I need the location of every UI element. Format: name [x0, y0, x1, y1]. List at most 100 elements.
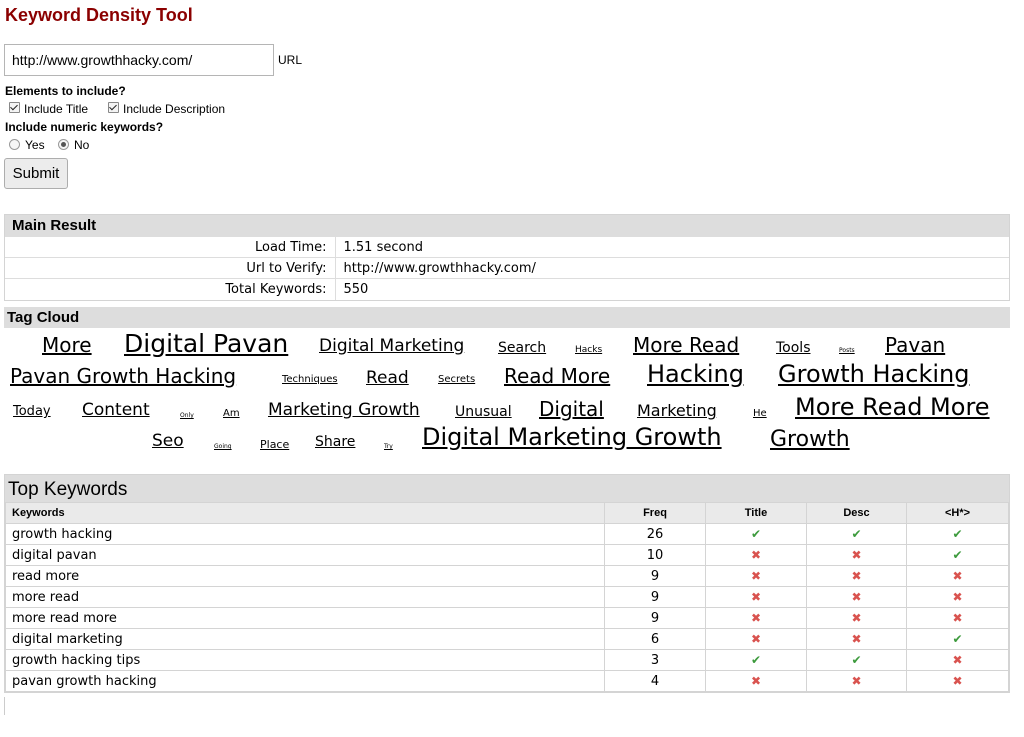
check-icon: ✔: [952, 631, 963, 646]
top-keywords-panel: Top Keywords Keywords Freq Title Desc <H…: [4, 474, 1010, 693]
check-icon: ✔: [952, 526, 963, 541]
check-icon: ✔: [851, 652, 862, 667]
cross-icon: ✖: [750, 610, 762, 625]
desc-flag-cell: ✔: [806, 649, 907, 671]
title-flag-cell: ✔: [705, 523, 807, 545]
tag-link[interactable]: Place: [260, 439, 289, 450]
cross-icon: ✖: [750, 547, 762, 562]
table-row: growth hacking 26 ✔ ✔ ✔: [5, 523, 1009, 545]
tag-link[interactable]: Try: [384, 444, 393, 450]
tag-cloud-heading: Tag Cloud: [4, 307, 1010, 328]
cross-icon: ✖: [952, 589, 963, 604]
result-value: 1.51 second: [335, 236, 1009, 258]
tag-cloud: More Digital Pavan Digital Marketing Sea…: [4, 328, 1010, 484]
tag-link[interactable]: Hacking: [647, 362, 744, 386]
tag-link[interactable]: Only: [180, 413, 194, 419]
tag-link[interactable]: Pavan: [885, 335, 945, 355]
h-flag-cell: ✔: [906, 628, 1009, 650]
tag-link[interactable]: Marketing Growth: [268, 402, 420, 419]
desc-flag-cell: ✖: [806, 670, 907, 692]
url-label: URL: [278, 53, 303, 67]
tag-link[interactable]: Content: [82, 402, 150, 419]
freq-cell: 6: [604, 628, 706, 650]
tag-link[interactable]: Posts: [839, 348, 855, 354]
tag-link[interactable]: Marketing: [637, 403, 717, 419]
column-header-keywords: Keywords: [5, 502, 605, 524]
tag-link[interactable]: More: [42, 335, 92, 355]
tag-link[interactable]: More Read: [633, 335, 739, 355]
h-flag-cell: ✖: [906, 586, 1009, 608]
page-edge-mark: [4, 697, 5, 715]
tag-link[interactable]: Seo: [152, 433, 184, 450]
freq-cell: 3: [604, 649, 706, 671]
freq-cell: 9: [604, 607, 706, 629]
tag-link[interactable]: Techniques: [282, 375, 338, 385]
title-flag-cell: ✖: [705, 544, 807, 566]
tag-link[interactable]: Going: [214, 444, 232, 450]
table-row: growth hacking tips 3 ✔ ✔ ✖: [5, 649, 1009, 671]
numeric-no-radio[interactable]: No: [58, 138, 89, 152]
numeric-label: Include numeric keywords?: [5, 120, 164, 134]
keyword-cell: growth hacking: [5, 523, 605, 545]
cross-icon: ✖: [750, 631, 762, 646]
title-flag-cell: ✔: [705, 649, 807, 671]
include-description-checkbox[interactable]: Include Description: [108, 101, 225, 116]
tag-link[interactable]: Read: [366, 370, 409, 387]
title-flag-cell: ✖: [705, 565, 807, 587]
tag-link[interactable]: Growth: [770, 429, 850, 451]
table-row: more read more 9 ✖ ✖ ✖: [5, 607, 1009, 629]
tag-link[interactable]: Digital Marketing: [319, 338, 464, 355]
keywords-table: Keywords Freq Title Desc <H*> growth hac…: [5, 502, 1009, 692]
main-result-table: Load Time: 1.51 second Url to Verify: ht…: [5, 236, 1009, 300]
freq-cell: 26: [604, 523, 706, 545]
include-title-checkbox[interactable]: Include Title: [9, 101, 88, 116]
submit-button[interactable]: Submit: [4, 158, 68, 189]
tag-link[interactable]: Digital Pavan: [124, 331, 288, 356]
page-title: Keyword Density Tool: [5, 5, 193, 25]
tag-link[interactable]: Tools: [776, 341, 811, 355]
keyword-cell: digital pavan: [5, 544, 605, 566]
keyword-cell: more read more: [5, 607, 605, 629]
result-label: Url to Verify:: [5, 257, 336, 279]
column-header-desc: Desc: [806, 502, 907, 524]
h-flag-cell: ✖: [906, 649, 1009, 671]
tag-link[interactable]: More Read More: [795, 395, 990, 419]
elements-label: Elements to include?: [5, 84, 126, 98]
tag-link[interactable]: Secrets: [438, 375, 475, 385]
cross-icon: ✖: [952, 652, 963, 667]
result-value: http://www.growthhacky.com/: [335, 257, 1009, 279]
tag-link[interactable]: Pavan Growth Hacking: [10, 366, 236, 386]
cross-icon: ✖: [750, 568, 762, 583]
tag-link[interactable]: Digital: [539, 399, 604, 419]
checkbox-checked-icon[interactable]: [108, 101, 119, 113]
check-icon: ✔: [750, 652, 762, 667]
tag-link[interactable]: Digital Marketing Growth: [422, 425, 722, 449]
h-flag-cell: ✖: [906, 565, 1009, 587]
tag-link[interactable]: Hacks: [575, 346, 602, 355]
tag-link[interactable]: Unusual: [455, 405, 512, 419]
h-flag-cell: ✔: [906, 544, 1009, 566]
checkbox-checked-icon[interactable]: [9, 101, 20, 113]
h-flag-cell: ✖: [906, 607, 1009, 629]
numeric-yes-radio[interactable]: Yes: [9, 138, 45, 152]
title-flag-cell: ✖: [705, 586, 807, 608]
url-input[interactable]: [4, 44, 274, 76]
tag-link[interactable]: Read More: [504, 366, 610, 386]
desc-flag-cell: ✖: [806, 586, 907, 608]
result-label: Total Keywords:: [5, 278, 336, 300]
no-label: No: [74, 138, 90, 152]
tag-link[interactable]: Share: [315, 435, 355, 449]
desc-flag-cell: ✖: [806, 628, 907, 650]
cross-icon: ✖: [851, 610, 862, 625]
radio-selected-icon[interactable]: [58, 138, 69, 150]
tag-link[interactable]: Search: [498, 341, 546, 355]
tag-link[interactable]: Growth Hacking: [778, 362, 969, 386]
freq-cell: 10: [604, 544, 706, 566]
yes-label: Yes: [25, 138, 45, 152]
tag-link[interactable]: Today: [13, 405, 51, 418]
tag-link[interactable]: He: [753, 409, 767, 419]
keyword-cell: more read: [5, 586, 605, 608]
radio-icon[interactable]: [9, 138, 20, 150]
cross-icon: ✖: [952, 610, 963, 625]
tag-link[interactable]: Am: [223, 409, 240, 419]
